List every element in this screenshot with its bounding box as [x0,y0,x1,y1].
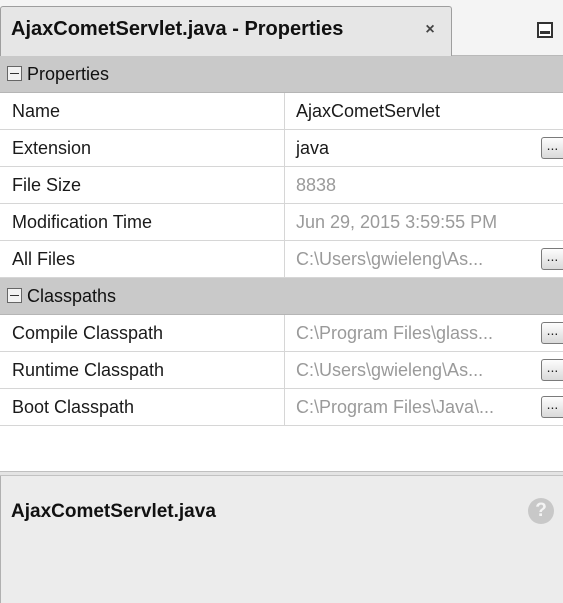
property-name: Compile Classpath [0,315,285,351]
ellipsis-button[interactable]: ... [541,137,563,159]
tab-title: AjaxCometServlet.java - Properties [11,18,344,40]
tab-bar: AjaxCometServlet.java - Properties × [0,0,563,56]
property-row-extension[interactable]: Extension java ... [0,130,563,167]
property-value[interactable]: AjaxCometServlet [296,93,440,129]
description-title: AjaxCometServlet.java [11,501,216,522]
section-classpaths[interactable]: Classpaths [0,278,563,315]
property-name: Extension [0,130,285,166]
property-name: Boot Classpath [0,389,285,425]
help-icon[interactable]: ? [528,498,554,524]
property-sheet-empty-area [0,426,563,472]
tab-properties[interactable]: AjaxCometServlet.java - Properties × [0,6,452,56]
property-row-all-files[interactable]: All Files C:\Users\gwieleng\As... ... [0,241,563,278]
property-value: C:\Program Files\Java\... [296,397,495,417]
section-label: Classpaths [27,286,117,306]
close-icon[interactable]: × [421,21,439,39]
collapse-icon[interactable] [7,66,22,81]
section-label: Properties [27,64,110,84]
property-value: C:\Users\gwieleng\As... [296,360,484,380]
collapse-icon[interactable] [7,288,22,303]
property-row-name[interactable]: Name AjaxCometServlet [0,93,563,130]
section-properties[interactable]: Properties [0,56,563,93]
property-value: 8838 [296,175,337,195]
property-name: Name [0,93,285,129]
property-value: Jun 29, 2015 3:59:55 PM [296,212,498,232]
property-value[interactable]: java [296,130,329,166]
ellipsis-button[interactable]: ... [541,248,563,270]
ellipsis-button[interactable]: ... [541,359,563,381]
property-name: Runtime Classpath [0,352,285,388]
property-name: All Files [0,241,285,277]
property-name: File Size [0,167,285,203]
minimize-icon[interactable] [537,22,553,38]
ellipsis-button[interactable]: ... [541,322,563,344]
property-row-compile-classpath[interactable]: Compile Classpath C:\Program Files\glass… [0,315,563,352]
property-sheet: Properties Name AjaxCometServlet Extensi… [0,56,563,426]
property-name: Modification Time [0,204,285,240]
property-value: C:\Program Files\glass... [296,323,494,343]
property-value: C:\Users\gwieleng\As... [296,249,484,269]
description-panel: AjaxCometServlet.java ? [0,476,563,603]
ellipsis-button[interactable]: ... [541,396,563,418]
property-row-modification-time[interactable]: Modification Time Jun 29, 2015 3:59:55 P… [0,204,563,241]
property-row-runtime-classpath[interactable]: Runtime Classpath C:\Users\gwieleng\As..… [0,352,563,389]
property-row-file-size[interactable]: File Size 8838 [0,167,563,204]
property-row-boot-classpath[interactable]: Boot Classpath C:\Program Files\Java\...… [0,389,563,426]
